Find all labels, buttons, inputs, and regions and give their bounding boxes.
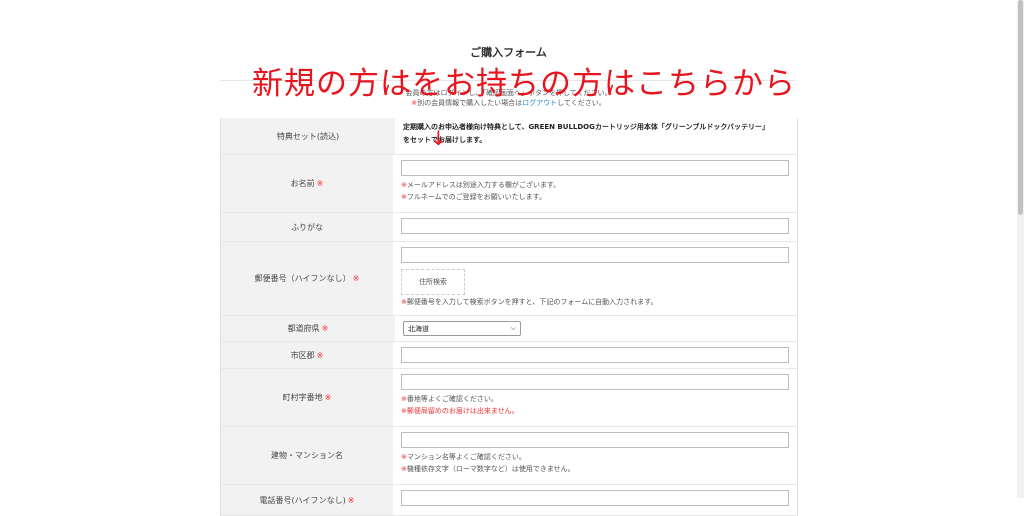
address-label: 町村字番地 ※ — [221, 369, 393, 426]
phone-input[interactable] — [401, 490, 789, 506]
intro-label-text: 特典セット(読込) — [276, 131, 340, 141]
address-row: 町村字番地 ※ ※番地等よくご確認ください。 ※郵便局留めのお届けは出来ません。 — [221, 369, 797, 427]
building-input[interactable] — [401, 432, 789, 448]
zip-input[interactable] — [401, 247, 789, 263]
name-note-1-text: メールアドレスは別途入力する欄がございます。 — [406, 181, 561, 189]
phone-row: 電話番号(ハイフンなし) ※ — [221, 485, 797, 516]
name-note-2: ※フルネームでのご登録をお願いいたします。 — [401, 193, 789, 202]
chevron-down-icon: ⌵ — [510, 324, 516, 332]
address-note-1: ※番地等よくご確認ください。 — [401, 395, 789, 404]
kana-input[interactable] — [401, 218, 789, 234]
building-note-1: ※マンション名等よくご確認ください。 — [401, 453, 789, 462]
city-field-cell — [393, 342, 797, 368]
name-input[interactable] — [401, 160, 789, 176]
zip-label: 郵便番号（ハイフンなし） ※ — [221, 242, 393, 315]
building-label-text: 建物・マンション名 — [271, 451, 343, 460]
address-note-2-text: 郵便局留めのお届けは出来ません。 — [406, 407, 519, 415]
building-field-cell: ※マンション名等よくご確認ください。 ※機種依存文字（ローマ数字など）は使用でき… — [393, 427, 797, 484]
zip-note-text: 郵便番号を入力して検索ボタンを押すと、下記のフォームに自動入力されます。 — [406, 298, 658, 306]
purchase-form: 特典セット(読込) 定期購入のお申込者様向け特典として、GREEN BULLDO… — [220, 118, 798, 516]
city-row: 市区郡 ※ — [221, 342, 797, 369]
required-mark: ※ — [321, 324, 329, 333]
zip-row: 郵便番号（ハイフンなし） ※ 住所検索 ※郵便番号を入力して検索ボタンを押すと、下… — [221, 242, 797, 316]
pref-row: 都道府県 ※ 北海道 ⌵ — [221, 316, 797, 342]
name-note-1: ※メールアドレスは別途入力する欄がございます。 — [401, 181, 789, 190]
phone-field-cell — [393, 485, 797, 515]
intro-row: 特典セット(読込) 定期購入のお申込者様向け特典として、GREEN BULLDO… — [221, 118, 797, 155]
name-note-2-text: フルネームでのご登録をお願いいたします。 — [406, 193, 546, 201]
required-mark: ※ — [316, 350, 324, 360]
address-note-1-text: 番地等よくご確認ください。 — [406, 395, 498, 403]
address-note-2: ※郵便局留めのお届けは出来ません。 — [401, 407, 789, 416]
required-mark: ※ — [324, 393, 332, 402]
down-arrow-icon: ↓ — [430, 126, 447, 150]
required-mark: ※ — [316, 179, 324, 188]
pref-label-text: 都道府県 — [287, 324, 320, 333]
name-row: お名前 ※ ※メールアドレスは別途入力する欄がございます。 ※フルネームでのご登録… — [221, 155, 797, 213]
building-row: 建物・マンション名 ※マンション名等よくご確認ください。 ※機種依存文字（ローマ… — [221, 427, 797, 485]
address-label-text: 町村字番地 — [282, 393, 323, 402]
required-mark: ※ — [352, 274, 360, 283]
kana-label: ふりがな — [221, 213, 393, 241]
kana-label-text: ふりがな — [291, 222, 323, 232]
pref-field-cell: 北海道 ⌵ — [395, 316, 797, 341]
city-label: 市区郡 ※ — [221, 342, 393, 368]
overlay-annotation: 新規の方はをお持ちの方はこちらから — [252, 66, 796, 102]
kana-row: ふりがな — [221, 213, 797, 242]
intro-text-line2: をセットでお届けします。 — [403, 136, 487, 144]
phone-label: 電話番号(ハイフンなし) ※ — [221, 485, 393, 515]
building-note-1-text: マンション名等よくご確認ください。 — [406, 453, 526, 461]
scrollbar-thumb[interactable] — [1018, 0, 1023, 215]
intro-label: 特典セット(読込) — [221, 118, 395, 154]
required-mark: ※ — [347, 495, 355, 505]
phone-label-text: 電話番号(ハイフンなし) — [259, 495, 346, 505]
address-field-cell: ※番地等よくご確認ください。 ※郵便局留めのお届けは出来ません。 — [393, 369, 797, 426]
city-input[interactable] — [401, 347, 789, 363]
building-label: 建物・マンション名 — [221, 427, 393, 484]
intro-text: 定期購入のお申込者様向け特典として、GREEN BULLDOGカートリッジ用本体… — [395, 118, 797, 154]
name-label: お名前 ※ — [221, 155, 393, 212]
zip-field-cell: 住所検索 ※郵便番号を入力して検索ボタンを押すと、下記のフォームに自動入力されま… — [393, 242, 797, 315]
zip-note: ※郵便番号を入力して検索ボタンを押すと、下記のフォームに自動入力されます。 — [401, 298, 789, 307]
scrollbar[interactable] — [1017, 0, 1024, 498]
building-note-2-text: 機種依存文字（ローマ数字など）は使用できません。 — [406, 465, 575, 473]
name-field-cell: ※メールアドレスは別途入力する欄がございます。 ※フルネームでのご登録をお願いい… — [393, 155, 797, 212]
name-label-text: お名前 — [290, 179, 315, 188]
kana-field-cell — [393, 213, 797, 241]
pref-label: 都道府県 ※ — [221, 316, 395, 341]
prefecture-select-value: 北海道 — [408, 324, 429, 333]
address-input[interactable] — [401, 374, 789, 390]
zip-label-text: 郵便番号（ハイフンなし） — [254, 274, 351, 283]
address-search-button[interactable]: 住所検索 — [401, 269, 465, 295]
prefecture-select[interactable]: 北海道 ⌵ — [403, 321, 521, 336]
building-note-2: ※機種依存文字（ローマ数字など）は使用できません。 — [401, 465, 789, 474]
city-label-text: 市区郡 — [290, 350, 315, 360]
intro-text-line1: 定期購入のお申込者様向け特典として、GREEN BULLDOGカートリッジ用本体… — [403, 123, 769, 131]
